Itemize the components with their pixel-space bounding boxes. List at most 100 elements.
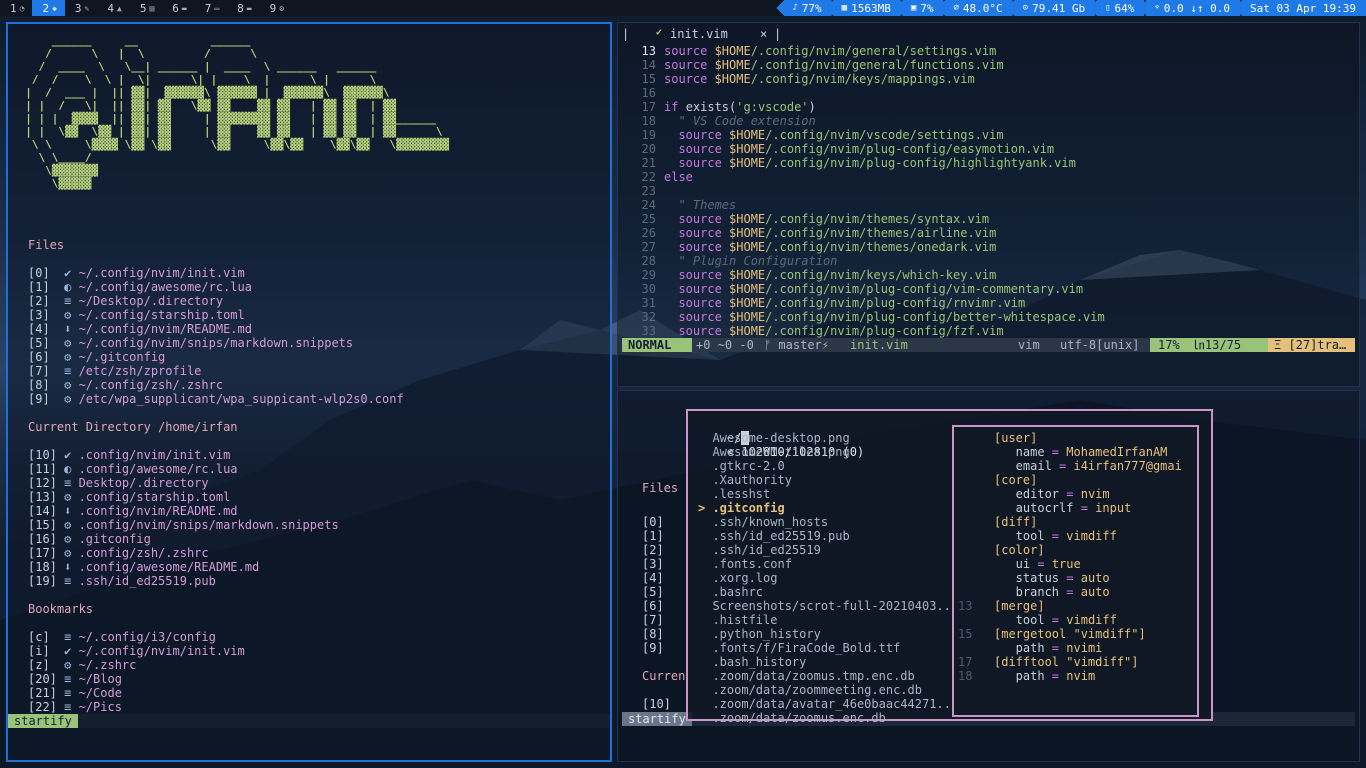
ranger-item[interactable]: Awesome-desktop.png <box>698 431 849 445</box>
ranger-item[interactable]: .xorg.log <box>698 571 777 585</box>
stat-icon: ♪ <box>792 3 798 13</box>
tab-close-icon[interactable]: × <box>760 27 767 41</box>
bookmark-item[interactable]: [22] ≡ ~/Pics <box>28 700 122 714</box>
line-text: source $HOME/.config/nvim/plug-config/fz… <box>678 324 1004 338</box>
config-key: email <box>994 459 1052 473</box>
cwd-file-item[interactable]: [14] ⬇ .config/nvim/README.md <box>28 504 238 518</box>
file-type-icon: ✔ <box>64 448 79 462</box>
entry-path: ~/.config/nvim/init.vim <box>78 266 245 280</box>
ranger-item[interactable]: .zoom/data/zoomus.enc.db <box>698 711 885 725</box>
recent-file-item[interactable]: [1] ◐ ~/.config/awesome/rc.lua <box>28 280 252 294</box>
ranger-item[interactable]: .histfile <box>698 613 777 627</box>
cwd-file-item[interactable]: [12] ≡ Desktop/.directory <box>28 476 209 490</box>
ranger-item[interactable]: > .gitconfig <box>698 501 785 515</box>
nvim-pane[interactable]: | ✔ init.vim × | 13 source $HOME/.config/… <box>617 22 1360 387</box>
nvim-tabline: | ✔ init.vim × | <box>622 27 782 41</box>
bookmark-item[interactable]: [21] ≡ ~/Code <box>28 686 122 700</box>
recent-file-item[interactable]: [5] ⚙ ~/.config/nvim/snips/markdown.snip… <box>28 336 353 350</box>
ranger-item-name: AwesomeWM-tiles.png <box>712 445 850 459</box>
file-type-icon: ⚙ <box>64 308 79 322</box>
recent-file-item[interactable]: [7] ≡ /etc/zsh/zprofile <box>28 364 201 378</box>
entry-index: [21] <box>28 686 65 700</box>
tab-init-vim[interactable]: init.vim <box>670 27 728 41</box>
ranger-item[interactable]: .bash_history <box>698 655 806 669</box>
workspace-1[interactable]: 1 ◔ <box>0 0 32 16</box>
ranger-item[interactable]: AwesomeWM-tiles.png <box>698 445 850 459</box>
workspace-number: 4 <box>107 1 114 15</box>
entry-path: .gitconfig <box>78 532 151 546</box>
line-text: source $HOME/.config/nvim/plug-config/ea… <box>678 142 1055 156</box>
ranger-item[interactable]: .Xauthority <box>698 473 791 487</box>
entry-path: .config/nvim/snips/markdown.snippets <box>78 518 339 532</box>
entry-index: [17] <box>28 546 65 560</box>
workspace-4[interactable]: 4 ▲ <box>97 0 129 16</box>
recent-file-item[interactable]: [0] ✔ ~/.config/nvim/init.vim <box>28 266 245 280</box>
ranger-item[interactable]: .python_history <box>698 627 820 641</box>
ranger-item[interactable]: .fonts.conf <box>698 557 791 571</box>
recent-file-item[interactable]: [9] ⚙ /etc/wpa_supplicant/wpa_suppicant-… <box>28 392 404 406</box>
ranger-item-name: .gtkrc-2.0 <box>712 459 785 473</box>
cwd-file-item[interactable]: [11] ◐ .config/awesome/rc.lua <box>28 462 238 476</box>
ranger-item[interactable]: .fonts/f/FiraCode_Bold.ttf <box>698 641 900 655</box>
line-number: 16 <box>641 86 656 100</box>
workspace-7[interactable]: 7 ▭ <box>195 0 227 16</box>
workspace-8[interactable]: 8 ▬ <box>227 0 259 16</box>
config-eq: = <box>1051 459 1074 473</box>
entry-path: ~/Desktop/.directory <box>78 294 224 308</box>
ranger-item[interactable]: .gtkrc-2.0 <box>698 459 785 473</box>
startify-pane[interactable]: ______ __ ______ / \ | \ / \ / ____ \ \_… <box>6 22 612 762</box>
line-text: " Plugin Configuration <box>664 254 838 268</box>
recent-file-item[interactable]: [2] ≡ ~/Desktop/.directory <box>28 294 223 308</box>
stat-value: 7% <box>920 1 934 15</box>
workspace-number: 6 <box>172 1 179 15</box>
line-text: source $HOME/.config/nvim/themes/onedark… <box>678 240 997 254</box>
cwd-file-item[interactable]: [19] ≡ .ssh/id_ed25519.pub <box>28 574 216 588</box>
ranger-item[interactable]: .zoom/data/zoomus.tmp.enc.db <box>698 669 914 683</box>
ranger-item[interactable]: .bashrc <box>698 585 763 599</box>
cwd-file-item[interactable]: [13] ⚙ .config/starship.toml <box>28 490 230 504</box>
file-type-icon: ⚙ <box>64 532 79 546</box>
cwd-file-item[interactable]: [15] ⚙ .config/nvim/snips/markdown.snipp… <box>28 518 339 532</box>
code-line: 19 source $HOME/.config/nvim/vscode/sett… <box>618 128 1004 142</box>
recent-file-item[interactable]: [3] ⚙ ~/.config/starship.toml <box>28 308 245 322</box>
bookmark-item[interactable]: [c] ≡ ~/.config/i3/config <box>28 630 216 644</box>
config-key: name <box>994 445 1045 459</box>
ranger-item[interactable]: .ssh/id_ed25519.pub <box>698 529 849 543</box>
ranger-item[interactable]: Screenshots/scrot-full-20210403.. <box>698 599 950 613</box>
bookmarks-heading: Bookmarks <box>28 602 94 616</box>
entry-path: ~/.config/nvim/snips/markdown.snippets <box>78 336 354 350</box>
workspace-5[interactable]: 5 ▤ <box>130 0 162 16</box>
workspace-9[interactable]: 9 ⚙ <box>260 0 292 16</box>
preview-line: path = nvimi <box>958 641 1103 655</box>
entry-index: [z] <box>28 658 65 672</box>
ranger-item[interactable]: .zoom/data/zoommeeting.enc.db <box>698 683 922 697</box>
workspace-2[interactable]: 2 ◆ <box>32 0 65 16</box>
recent-file-item[interactable]: [8] ⚙ ~/.config/zsh/.zshrc <box>28 378 223 392</box>
ranger-item[interactable]: .ssh/known_hosts <box>698 515 828 529</box>
bookmark-item[interactable]: [z] ⚙ ~/.zshrc <box>28 658 136 672</box>
file-type-icon: ≡ <box>64 574 79 588</box>
preview-line-number: 15 <box>958 627 973 641</box>
bookmark-item[interactable]: [i] ✔ ~/.config/nvim/init.vim <box>28 644 245 658</box>
bg-index: [8] <box>642 627 664 641</box>
ranger-item[interactable]: .zoom/data/avatar_46e0baac44271.. <box>698 697 950 711</box>
config-section: [mergetool "vimdiff"] <box>994 627 1146 641</box>
trailing-warning: Ξ [27]tra… <box>1268 338 1355 352</box>
config-section: [user] <box>994 431 1038 445</box>
cwd-file-item[interactable]: [10] ✔ .config/nvim/init.vim <box>28 448 230 462</box>
config-value: input <box>1095 501 1132 515</box>
cwd-file-item[interactable]: [18] ⬇ .config/awesome/README.md <box>28 560 259 574</box>
cwd-file-item[interactable]: [16] ⚙ .gitconfig <box>28 532 151 546</box>
ranger-item[interactable]: .ssh/id_ed25519 <box>698 543 820 557</box>
recent-file-item[interactable]: [4] ⬇ ~/.config/nvim/README.md <box>28 322 252 336</box>
ranger-item[interactable]: .lesshst <box>698 487 770 501</box>
recent-file-item[interactable]: [6] ⚙ ~/.gitconfig <box>28 350 165 364</box>
cwd-file-item[interactable]: [17] ⚙ .config/zsh/.zshrc <box>28 546 209 560</box>
workspace-3[interactable]: 3 ✎ <box>65 0 97 16</box>
stat-value: 1563MB <box>851 1 891 15</box>
bookmark-item[interactable]: [20] ≡ ~/Blog <box>28 672 122 686</box>
config-value: i4irfan777@gmai <box>1073 459 1182 473</box>
line-text: source $HOME/.config/nvim/keys/which-key… <box>678 268 997 282</box>
workspace-list: 1 ◔ 2 ◆ 3 ✎ 4 ▲ 5 ▤ 6 ▬ 7 ▭ 8 ▬ 9 ⚙ <box>0 0 292 16</box>
workspace-6[interactable]: 6 ▬ <box>162 0 194 16</box>
